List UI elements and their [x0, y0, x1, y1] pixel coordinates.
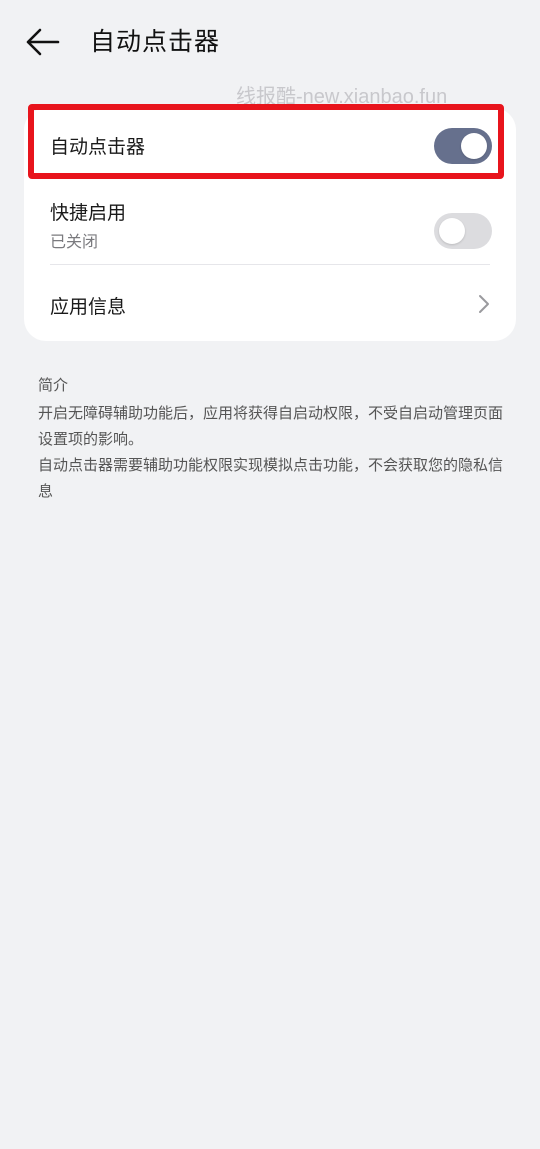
- page-title: 自动点击器: [90, 27, 221, 56]
- back-button[interactable]: [22, 22, 62, 62]
- auto-clicker-label: 自动点击器: [50, 136, 146, 158]
- watermark-text: 线报酷-new.xianbao.fun: [236, 86, 448, 108]
- divider: [50, 264, 490, 265]
- quick-start-row[interactable]: 快捷启用 已关闭: [24, 184, 516, 264]
- intro-section: 简介 开启无障碍辅助功能后，应用将获得自启动权限，不受自启动管理页面设置项的影响…: [38, 372, 506, 504]
- quick-start-status: 已关闭: [50, 232, 99, 251]
- auto-clicker-toggle[interactable]: [434, 128, 492, 164]
- app-header: 自动点击器: [0, 0, 540, 84]
- toggle-knob: [439, 218, 465, 244]
- quick-start-label: 快捷启用: [50, 202, 127, 224]
- app-info-label: 应用信息: [50, 296, 127, 318]
- intro-heading: 简介: [38, 376, 69, 394]
- intro-paragraph: 自动点击器需要辅助功能权限实现模拟点击功能，不会获取您的隐私信息: [38, 456, 504, 500]
- chevron-right-icon: [479, 295, 489, 313]
- arrow-left-icon: [26, 28, 60, 56]
- intro-paragraph: 开启无障碍辅助功能后，应用将获得自启动权限，不受自启动管理页面设置项的影响。: [38, 404, 504, 448]
- toggle-knob: [461, 133, 487, 159]
- app-info-row[interactable]: 应用信息: [24, 266, 516, 340]
- quick-start-toggle[interactable]: [434, 213, 492, 249]
- auto-clicker-row[interactable]: 自动点击器: [24, 108, 516, 180]
- settings-card: 自动点击器 快捷启用 已关闭 应用信息: [24, 108, 516, 341]
